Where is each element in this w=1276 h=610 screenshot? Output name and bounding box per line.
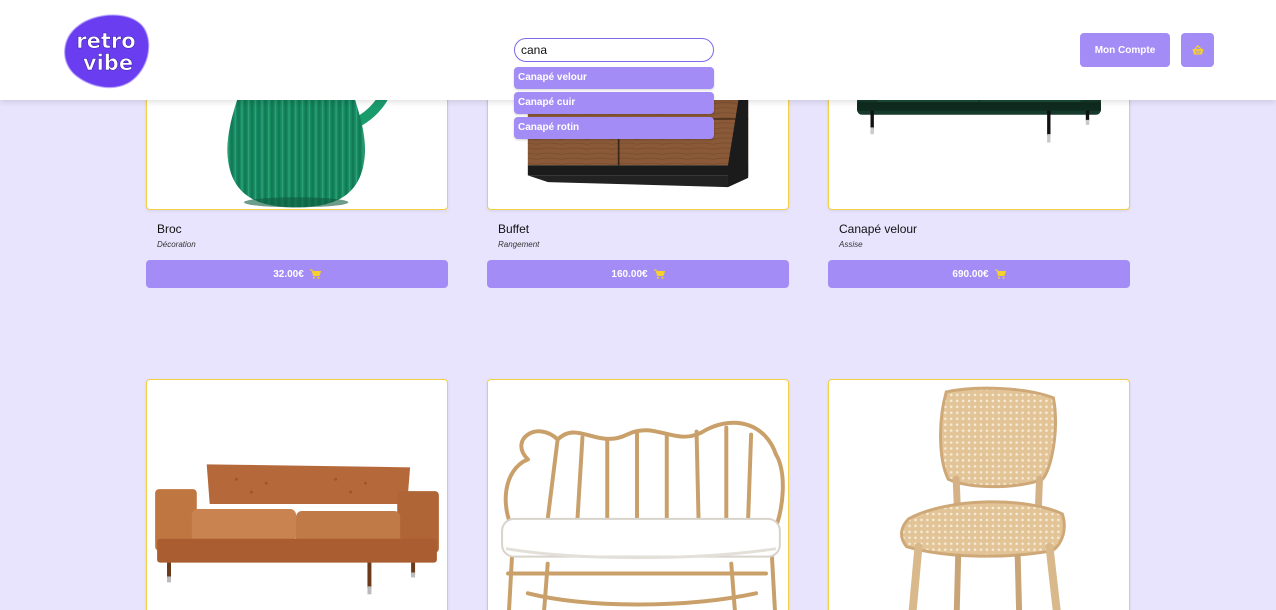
rattan-loveseat-image: [501, 420, 785, 610]
product-card-rattan-bench[interactable]: [487, 379, 789, 610]
add-to-cart-button[interactable]: 32.00€: [146, 260, 448, 288]
product-card-leather-sofa[interactable]: [146, 379, 448, 610]
product-image-rattan-chair[interactable]: [828, 379, 1130, 610]
retro-vibe-logo[interactable]: retro vibe: [60, 12, 152, 90]
suggestion-item[interactable]: Canapé cuir: [514, 92, 714, 114]
site-header: retro vibe Canapé velour Canapé cuir Can…: [0, 0, 1276, 139]
rattan-chair-image: [900, 386, 1066, 610]
cart-icon: [309, 269, 321, 279]
svg-text:vibe: vibe: [83, 51, 133, 75]
product-title: Canapé velour: [839, 222, 918, 236]
product-title: Broc: [157, 222, 182, 236]
suggestion-item[interactable]: Canapé rotin: [514, 117, 714, 139]
search-input[interactable]: [514, 38, 714, 62]
add-to-cart-button[interactable]: 160.00€: [487, 260, 789, 288]
product-category: Assise: [839, 240, 863, 249]
product-title: Buffet: [498, 222, 530, 236]
price-label: 690.00€: [952, 268, 989, 280]
product-image-leather-sofa[interactable]: [146, 379, 448, 610]
product-category: Rangement: [498, 240, 540, 249]
product-card-rattan-chair[interactable]: [828, 379, 1130, 610]
cart-button[interactable]: [1181, 33, 1214, 67]
add-to-cart-button[interactable]: 690.00€: [828, 260, 1130, 288]
svg-text:retro: retro: [76, 29, 135, 53]
search-area: Canapé velour Canapé cuir Canapé rotin: [514, 38, 714, 142]
account-button[interactable]: Mon Compte: [1080, 33, 1170, 67]
cart-icon: [653, 269, 665, 279]
suggestion-item[interactable]: Canapé velour: [514, 67, 714, 89]
price-label: 160.00€: [611, 268, 648, 280]
basket-icon: [1192, 45, 1203, 55]
product-category: Décoration: [157, 240, 196, 249]
price-label: 32.00€: [273, 268, 304, 280]
cart-icon: [994, 269, 1006, 279]
product-image-rattan-bench[interactable]: [487, 379, 789, 610]
leather-sofa-image: [155, 464, 439, 595]
search-suggestions: Canapé velour Canapé cuir Canapé rotin: [514, 67, 714, 139]
